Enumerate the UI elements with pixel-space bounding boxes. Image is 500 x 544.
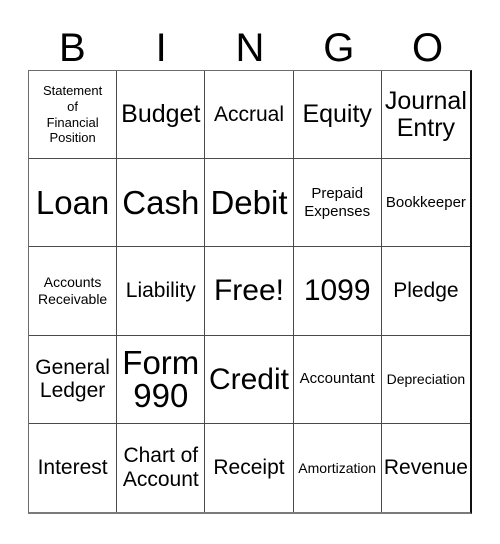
bingo-cell-label: Amortization xyxy=(298,459,377,476)
bingo-cell-label: Accountant xyxy=(299,370,375,388)
bingo-header-letter-b: B xyxy=(59,26,86,70)
bingo-cell-label: Interest xyxy=(37,456,108,480)
bingo-cell[interactable]: Debit xyxy=(205,159,294,248)
bingo-cell[interactable]: Interest xyxy=(29,423,118,512)
bingo-cell-label: Pledge xyxy=(393,279,459,303)
bingo-cell[interactable]: Credit xyxy=(205,335,294,424)
bingo-cell[interactable]: Accountant xyxy=(293,335,382,424)
bingo-cell[interactable]: Chart of Account xyxy=(117,423,206,512)
bingo-cell[interactable]: General Ledger xyxy=(29,335,118,424)
bingo-cell[interactable]: Bookkeeper xyxy=(381,159,470,248)
bingo-cell-label: Liability xyxy=(125,279,196,303)
bingo-cell[interactable]: Statement of Financial Position xyxy=(29,71,118,160)
bingo-header-letter-o: O xyxy=(412,26,444,70)
bingo-cell[interactable]: Receipt xyxy=(205,423,294,512)
bingo-header: B I N G O xyxy=(28,22,472,70)
bingo-cell-label: Form 990 xyxy=(122,343,200,415)
bingo-cell[interactable]: Journal Entry xyxy=(381,71,470,160)
bingo-cell[interactable]: 1099 xyxy=(293,247,382,336)
bingo-grid: Statement of Financial Position Budget Acc… xyxy=(28,70,472,514)
bingo-cell-label: General Ledger xyxy=(35,355,110,403)
bingo-cell[interactable]: Accounts Receivable xyxy=(29,247,118,336)
bingo-cell-label: Bookkeeper xyxy=(385,193,466,211)
bingo-header-letter-i: I xyxy=(155,26,167,70)
bingo-cell-label: Statement of Financial Position xyxy=(42,82,103,146)
bingo-cell-label: Free! xyxy=(213,274,284,308)
bingo-cell-label: Prepaid Expenses xyxy=(304,185,371,220)
bingo-cell-label: Loan xyxy=(35,183,110,221)
bingo-cell-label: Chart of Account xyxy=(122,444,199,491)
bingo-cell[interactable]: Pledge xyxy=(381,247,470,336)
bingo-header-letter-g: G xyxy=(323,26,355,70)
bingo-cell[interactable]: Revenue xyxy=(382,424,470,512)
bingo-cell[interactable]: Cash xyxy=(117,159,206,248)
bingo-cell[interactable]: Prepaid Expenses xyxy=(293,159,382,248)
bingo-cell-label: Budget xyxy=(121,100,201,129)
bingo-cell[interactable]: Loan xyxy=(29,159,118,248)
bingo-cell-label: Debit xyxy=(210,183,288,221)
bingo-cell[interactable]: Form 990 xyxy=(117,335,206,424)
bingo-cell-label: Cash xyxy=(122,183,200,221)
bingo-cell[interactable]: Depreciation xyxy=(381,336,470,424)
bingo-cell-free[interactable]: Free! xyxy=(205,247,294,336)
bingo-cell-label: Revenue xyxy=(383,456,468,480)
bingo-cell-label: Equity xyxy=(302,100,372,129)
bingo-cell-label: Accounts Receivable xyxy=(37,274,108,307)
bingo-cell[interactable]: Amortization xyxy=(294,423,382,512)
bingo-header-letter-n: N xyxy=(235,26,265,70)
bingo-card: B I N G O Statement of Financial Positio… xyxy=(0,0,500,544)
bingo-cell-label: Journal Entry xyxy=(384,86,467,142)
bingo-cell[interactable]: Budget xyxy=(117,71,206,160)
bingo-cell[interactable]: Accrual xyxy=(205,71,294,160)
bingo-cell[interactable]: Equity xyxy=(293,71,382,160)
bingo-cell-label: Credit xyxy=(208,362,289,396)
bingo-cell-label: Depreciation xyxy=(386,370,466,387)
bingo-cell[interactable]: Liability xyxy=(117,247,206,336)
bingo-cell-label: Accrual xyxy=(213,102,284,126)
bingo-cell-label: Receipt xyxy=(213,456,285,480)
bingo-cell-label: 1099 xyxy=(303,274,371,308)
